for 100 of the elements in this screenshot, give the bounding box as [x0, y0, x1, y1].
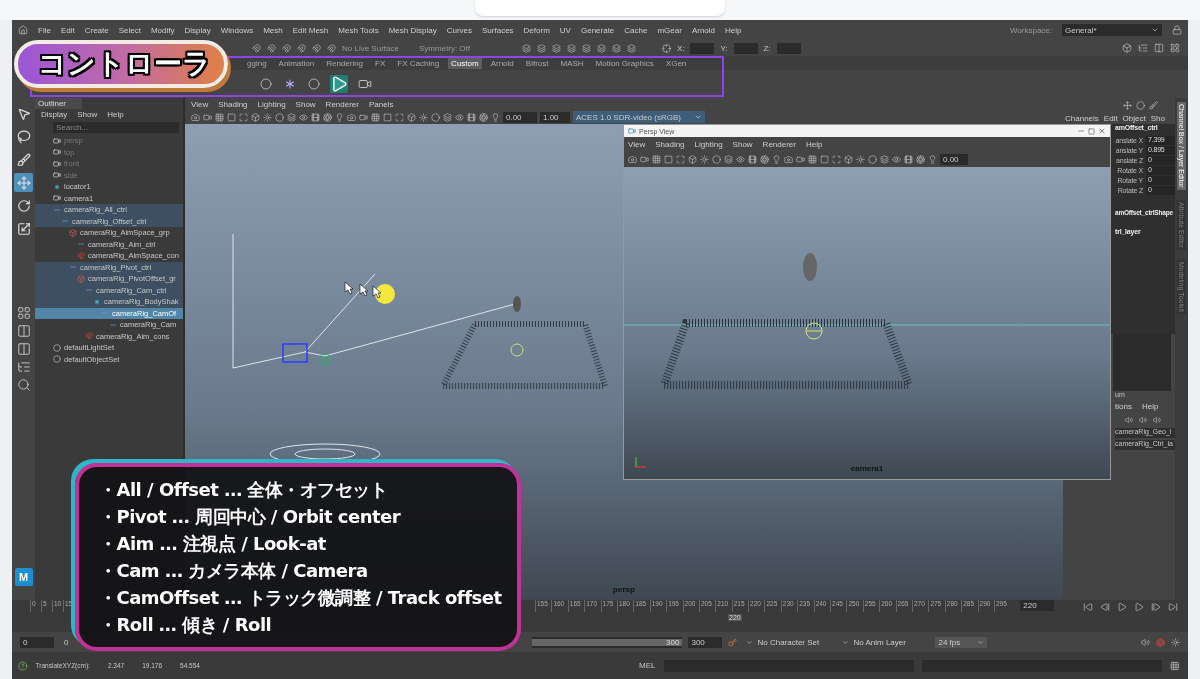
search-icon[interactable] — [16, 378, 31, 392]
menu-item[interactable]: Edit — [60, 25, 75, 35]
menu-item[interactable]: Object — [1122, 113, 1146, 123]
aperture-icon[interactable] — [323, 112, 332, 122]
shelf-tab[interactable]: Rendering — [323, 57, 367, 69]
menu-item[interactable]: Show — [732, 139, 753, 149]
key-icon[interactable] — [728, 637, 738, 647]
frame-icon[interactable] — [395, 112, 404, 122]
menu-item[interactable]: Surfaces — [482, 25, 514, 35]
eye-icon[interactable] — [892, 154, 901, 164]
sun-icon[interactable] — [700, 154, 709, 164]
menu-item[interactable]: Renderer — [762, 139, 796, 149]
range-slider[interactable]: 300 — [532, 636, 683, 648]
light-bulb-icon[interactable] — [928, 154, 937, 164]
layers-icon[interactable] — [566, 43, 576, 53]
menu-item[interactable]: Modify — [150, 25, 175, 35]
menu-item[interactable]: Arnold — [691, 25, 715, 35]
help-icon[interactable] — [18, 660, 28, 671]
video-icon[interactable] — [203, 112, 212, 122]
menu-item[interactable]: Help — [1141, 401, 1159, 411]
speaker-icon[interactable] — [1125, 416, 1133, 424]
play-icon[interactable] — [1134, 602, 1144, 612]
camera-icon[interactable] — [784, 154, 793, 164]
light-bulb-icon[interactable] — [335, 112, 344, 122]
menu-item[interactable]: Renderer — [325, 99, 359, 109]
layers-icon[interactable] — [581, 43, 591, 53]
film-icon[interactable] — [467, 112, 476, 122]
speaker-icon[interactable] — [1141, 637, 1150, 647]
menu-item[interactable]: Mesh Tools — [338, 25, 379, 35]
start-field[interactable]: 0 — [20, 636, 54, 648]
minimize-icon[interactable] — [1077, 127, 1085, 135]
fps-dropdown[interactable]: 24 fps — [935, 636, 988, 648]
close-icon[interactable] — [1098, 127, 1106, 135]
live-surface-label[interactable]: No Live Surface — [342, 43, 399, 53]
language-label[interactable]: MEL — [639, 661, 656, 670]
menu-item[interactable]: View — [628, 139, 646, 149]
eye-icon[interactable] — [299, 112, 308, 122]
menu-item[interactable]: Select — [118, 25, 141, 35]
shelf-tab[interactable]: FX — [372, 57, 389, 69]
menu-item[interactable]: Cache — [624, 25, 648, 35]
circle-icon[interactable] — [275, 112, 284, 122]
camera-icon[interactable] — [191, 112, 200, 122]
grid-icon[interactable] — [215, 112, 224, 122]
menu-item[interactable]: tions — [1115, 401, 1132, 411]
exposure-field[interactable]: 0.00 — [503, 111, 537, 123]
maya-logo[interactable]: M — [14, 568, 33, 586]
pen-icon[interactable] — [1149, 100, 1158, 110]
circle-icon[interactable] — [308, 78, 320, 90]
cube-icon[interactable] — [1122, 43, 1132, 53]
circle-icon[interactable] — [712, 154, 721, 164]
film-icon[interactable] — [904, 154, 913, 164]
video-icon[interactable] — [640, 154, 649, 164]
sun-icon[interactable] — [1171, 637, 1180, 647]
video-icon[interactable] — [796, 154, 805, 164]
aperture-icon[interactable] — [1156, 637, 1165, 647]
grid-icon[interactable] — [371, 112, 380, 122]
menu-item[interactable]: Shading — [218, 99, 248, 109]
menu-item[interactable]: Lighting — [694, 139, 723, 149]
shelf-tab[interactable]: Motion Graphics — [592, 57, 657, 69]
coordinate-field[interactable] — [690, 42, 715, 54]
exposure-field[interactable]: 0.00 — [940, 153, 968, 165]
light-bulb-icon[interactable] — [772, 154, 781, 164]
menu-item[interactable]: Help — [805, 139, 823, 149]
square-icon[interactable] — [820, 154, 829, 164]
menu-item[interactable]: Mesh Display — [388, 25, 437, 35]
anim-layer-dropdown[interactable]: No Anim Layer — [839, 636, 930, 648]
layers-icon[interactable] — [521, 43, 531, 53]
layers-icon[interactable] — [287, 112, 296, 122]
film-icon[interactable] — [311, 112, 320, 122]
menu-item[interactable]: Windows — [220, 25, 254, 35]
columns-icon[interactable] — [1154, 43, 1164, 53]
magnet-icon[interactable] — [297, 43, 306, 53]
frame-icon[interactable] — [239, 112, 248, 122]
cube-icon[interactable] — [844, 154, 853, 164]
layers-icon[interactable] — [724, 154, 733, 164]
eye-icon[interactable] — [736, 154, 745, 164]
shelf-tab[interactable]: gging — [244, 57, 270, 69]
maximize-icon[interactable] — [1088, 127, 1095, 135]
menu-item[interactable]: Display — [41, 110, 68, 119]
symmetry-label[interactable]: Symmetry: Off — [418, 43, 470, 53]
tool-button[interactable] — [14, 173, 33, 192]
aperture-icon[interactable] — [916, 154, 925, 164]
play-back-icon[interactable] — [1117, 602, 1127, 612]
home-icon[interactable] — [18, 25, 28, 35]
shelf-tab[interactable]: Bifrost — [522, 57, 552, 69]
light-bulb-icon[interactable] — [491, 112, 500, 122]
skip-back-icon[interactable] — [1083, 602, 1093, 612]
layers-icon[interactable] — [611, 43, 621, 53]
color-space-dropdown[interactable]: ACES 1.0 SDR-video (sRGB) — [573, 111, 705, 123]
circle-icon[interactable] — [868, 154, 877, 164]
menu-item[interactable]: mGear — [657, 25, 682, 35]
gamma-field[interactable]: 1.00 — [540, 111, 570, 123]
shelf-tab[interactable]: XGen — [662, 57, 690, 69]
shelf-tab[interactable]: Arnold — [487, 57, 517, 69]
square-icon[interactable] — [227, 112, 236, 122]
camera-icon[interactable] — [347, 112, 356, 122]
menu-item[interactable]: Help — [107, 110, 124, 119]
menu-item[interactable]: Deform — [523, 25, 550, 35]
lock-icon[interactable] — [1172, 25, 1182, 35]
sun-icon[interactable] — [263, 112, 272, 122]
